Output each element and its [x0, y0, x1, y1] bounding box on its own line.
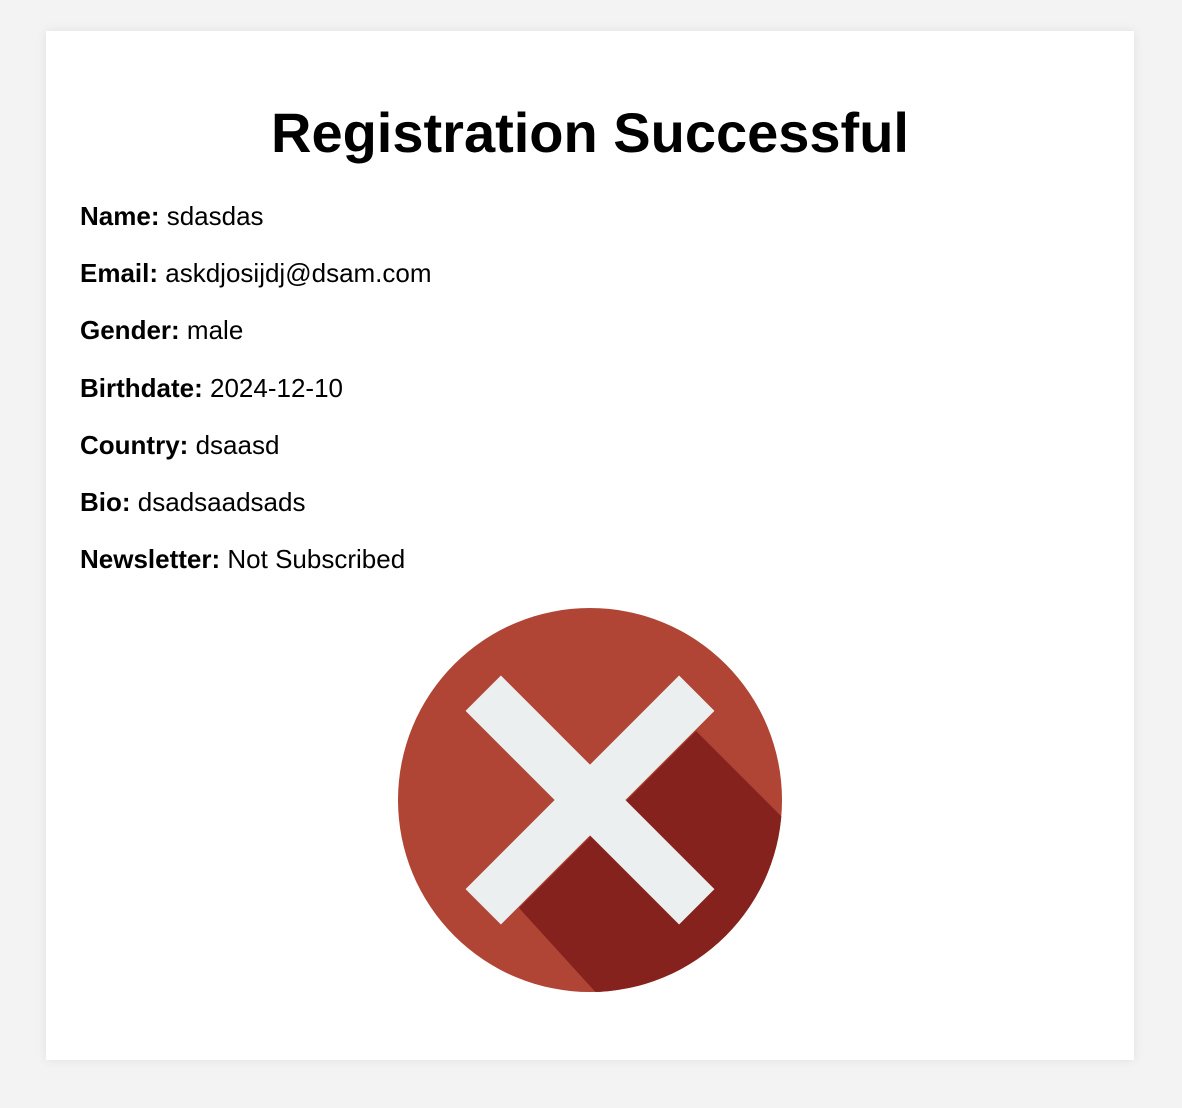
- field-value: dsadsaadsads: [137, 486, 306, 517]
- field-birthdate: Birthdate: 2024-12-10: [80, 371, 432, 405]
- field-value: askdjosijdj@dsam.com: [165, 258, 432, 289]
- field-value: male: [186, 315, 244, 346]
- field-label: Name:: [80, 201, 160, 231]
- page-title: Registration Successful: [271, 101, 909, 164]
- field-label: Country:: [80, 429, 189, 460]
- field-value: sdasdas: [166, 201, 264, 231]
- field-name: Name: sdasdas: [80, 199, 432, 233]
- close-x-icon: [398, 608, 782, 992]
- field-email: Email: askdjosijdj@dsam.com: [80, 256, 432, 290]
- registration-details: Name: sdasdas Email: askdjosijdj@dsam.co…: [80, 199, 432, 599]
- field-gender: Gender: male: [80, 313, 432, 347]
- field-label: Email:: [80, 258, 159, 289]
- field-value: Not Subscribed: [227, 544, 406, 575]
- field-value: dsaasd: [195, 429, 280, 460]
- field-label: Gender:: [80, 315, 180, 346]
- field-country: Country: dsaasd: [80, 428, 432, 462]
- field-bio: Bio: dsadsaadsads: [80, 485, 432, 519]
- result-card: Registration Successful Name: sdasdas Em…: [46, 31, 1134, 1060]
- field-newsletter: Newsletter: Not Subscribed: [80, 542, 432, 576]
- field-label: Newsletter:: [80, 544, 221, 575]
- field-label: Bio:: [80, 486, 131, 517]
- field-label: Birthdate:: [80, 372, 203, 403]
- field-value: 2024-12-10: [210, 372, 344, 403]
